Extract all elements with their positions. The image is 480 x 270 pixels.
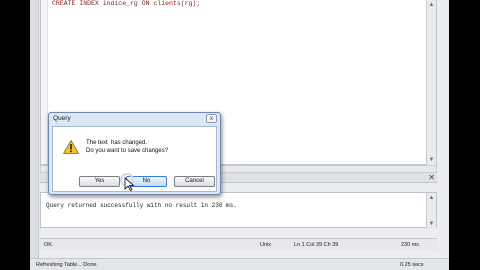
code-line[interactable]: CREATE INDEX indice_rg ON clients(rg); — [52, 0, 200, 7]
mouse-cursor-icon — [124, 177, 135, 191]
cancel-button[interactable]: Cancel — [174, 176, 215, 187]
close-icon[interactable]: ✕ — [428, 173, 435, 183]
yes-button[interactable]: Yes — [79, 176, 120, 187]
editor-status-bar: OK. Unix Ln 1 Col 39 Ch 39 230 ms — [40, 238, 437, 250]
line-ending-label: Unix — [260, 242, 272, 248]
cursor-position-label: Ln 1 Col 39 Ch 39 — [294, 242, 339, 248]
line-gutter — [41, 0, 48, 164]
scroll-up-icon[interactable]: ▲ — [427, 0, 436, 10]
dialog-title: Query — [53, 115, 71, 122]
execution-time-label: 230 ms — [401, 242, 420, 248]
warning-icon — [63, 140, 79, 154]
output-vertical-scrollbar[interactable]: ▲ ▼ — [426, 193, 436, 229]
dialog-message-line1: The text has changed. — [86, 140, 148, 146]
scroll-down-icon[interactable]: ▼ — [427, 155, 436, 165]
editor-vertical-scrollbar[interactable]: ▲ ▼ — [426, 0, 436, 165]
main-status-text: Refreshing Table... Done. — [36, 262, 98, 268]
dialog-message-line2: Do you want to save changes? — [86, 148, 169, 154]
close-icon[interactable]: x — [206, 114, 217, 123]
status-text: OK. — [44, 242, 54, 248]
output-message: Query returned successfully with no resu… — [46, 202, 237, 209]
main-status-time: 0.25 secs — [400, 262, 424, 268]
scroll-up-icon[interactable]: ▲ — [427, 193, 436, 203]
scroll-down-icon[interactable]: ▼ — [427, 219, 436, 229]
left-toolbar-strip — [30, 0, 39, 270]
main-status-bar: Refreshing Table... Done. 0.25 secs — [30, 258, 449, 270]
output-pane: Query returned successfully with no resu… — [40, 192, 437, 229]
